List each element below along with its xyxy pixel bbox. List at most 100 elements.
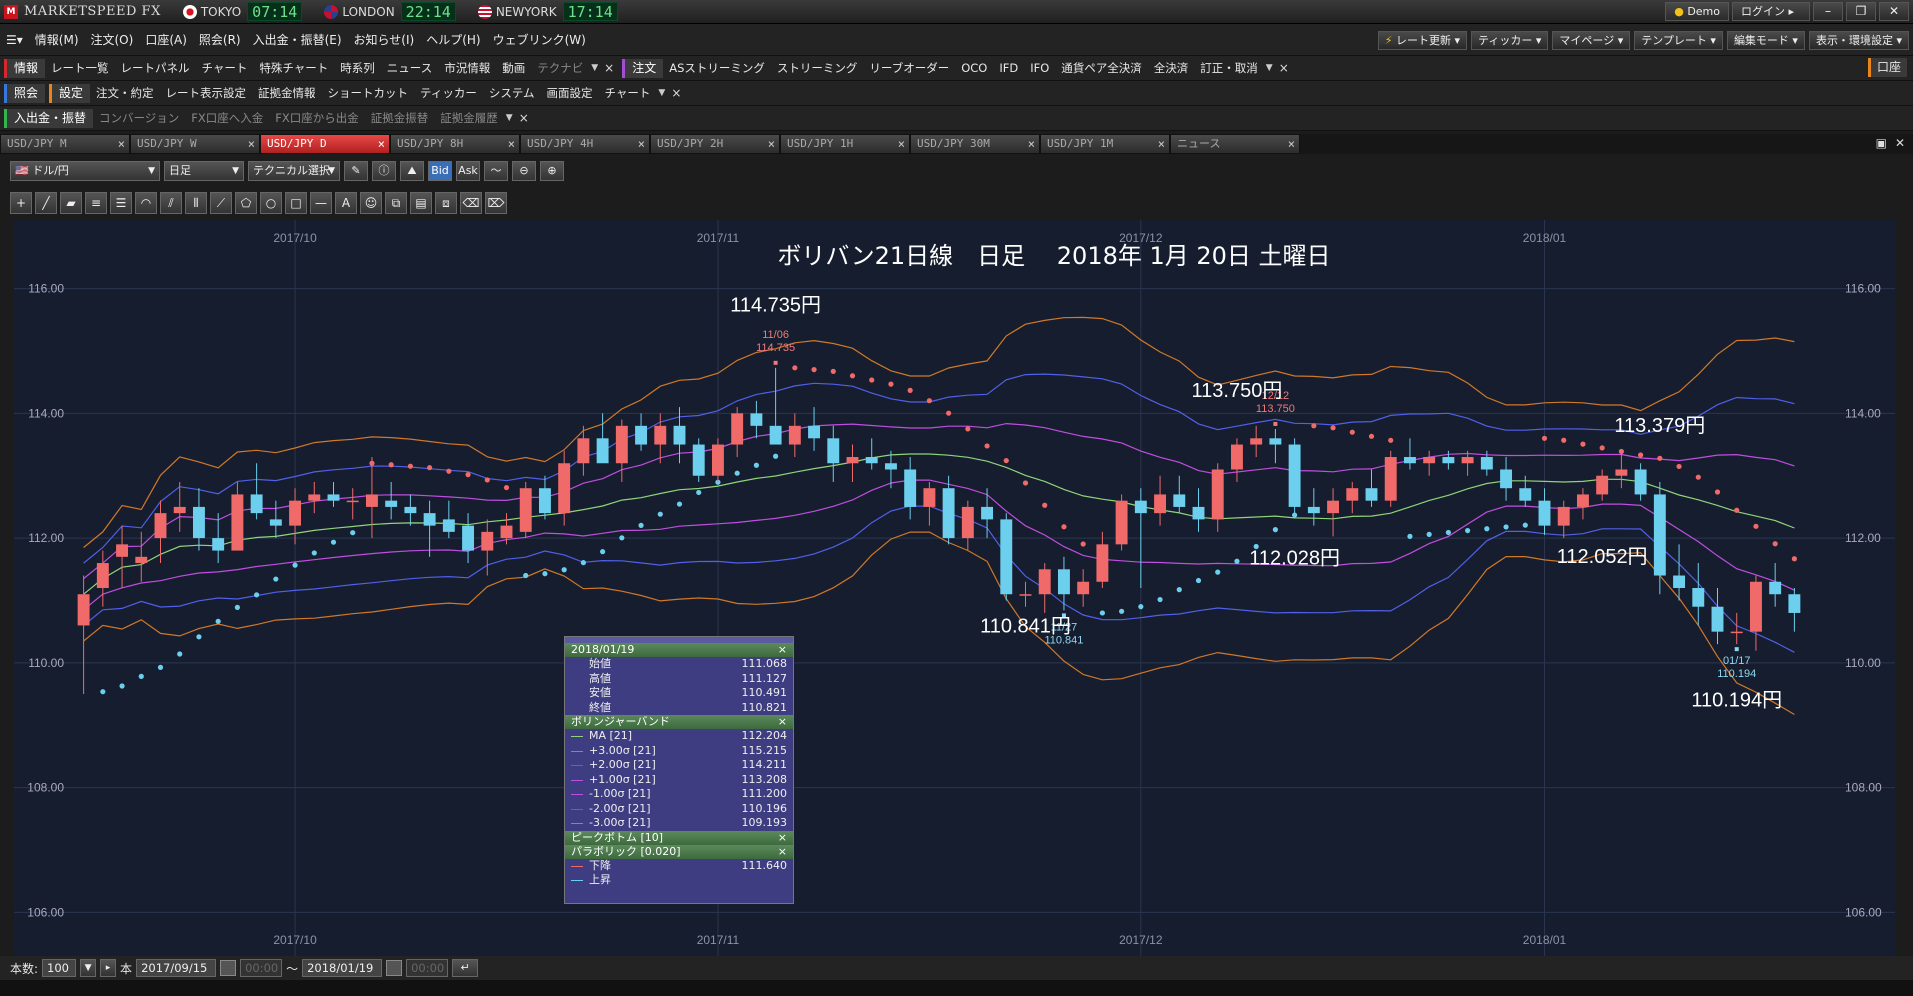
display-settings-button[interactable]: 表示・環境設定 ▾ <box>1808 31 1909 50</box>
chevron-down-icon[interactable]: ▼ <box>80 959 97 977</box>
pen-icon[interactable]: ✎ <box>344 161 368 181</box>
vlines-icon[interactable]: ⦀ <box>185 192 207 214</box>
text-icon[interactable]: A <box>335 192 357 214</box>
shortcut-timeseries[interactable]: 時系列 <box>334 60 381 76</box>
demo-button[interactable]: ● Demo <box>1665 2 1729 21</box>
tab-close-icon[interactable]: × <box>1158 135 1165 153</box>
menu-info[interactable]: 情報(M) <box>29 31 85 48</box>
refresh-icon[interactable]: ↵ <box>452 959 479 977</box>
shortcut-all-settle[interactable]: 全決済 <box>1148 60 1195 76</box>
shortcut-special-chart[interactable]: 特殊チャート <box>253 60 334 76</box>
tab-close-icon[interactable]: × <box>508 135 515 153</box>
menu-account[interactable]: 口座(A) <box>139 31 193 48</box>
close-icon[interactable]: × <box>519 111 529 125</box>
shortcut-margin-history[interactable]: 証拠金履歴 <box>434 110 504 126</box>
shortcut-ifd[interactable]: IFD <box>993 61 1024 75</box>
tab-close-icon[interactable]: × <box>248 135 255 153</box>
shortcut-chart-settings[interactable]: チャート <box>599 85 657 101</box>
maximize-icon[interactable]: ▣ <box>1876 136 1887 150</box>
period-select[interactable]: 日足 ▼ <box>164 161 244 181</box>
tab-close-icon[interactable]: × <box>378 135 385 153</box>
horizontal-line-icon[interactable]: — <box>310 192 332 214</box>
mypage-button[interactable]: マイページ ▾ <box>1552 31 1631 50</box>
close-icon[interactable]: × <box>1279 61 1289 75</box>
currency-pair-select[interactable]: 🇺🇸 ドル/円 ▼ <box>10 161 160 181</box>
crosshair-icon[interactable]: + <box>10 192 32 214</box>
dropdown-icon[interactable]: ▼ <box>1266 63 1273 73</box>
technical-select[interactable]: テクニカル選択 ▼ <box>248 161 340 181</box>
zoom-in-icon[interactable]: ⊕ <box>540 161 564 181</box>
shortcut-rate-display[interactable]: レート表示設定 <box>160 85 253 101</box>
close-icon[interactable]: × <box>671 86 681 100</box>
tab-usdjpy-d[interactable]: USD/JPY D × <box>260 134 390 154</box>
pentagon-icon[interactable]: ⬠ <box>235 192 257 214</box>
eraser-icon[interactable]: ▰ <box>60 192 82 214</box>
ticker-button[interactable]: ティッカー ▾ <box>1471 31 1549 50</box>
tab-usdjpy-1h[interactable]: USD/JPY 1H × <box>780 134 910 154</box>
zoom-out-icon[interactable]: ⊖ <box>512 161 536 181</box>
dropdown-icon[interactable]: ▼ <box>591 63 598 73</box>
shortcut-ifo[interactable]: IFO <box>1024 61 1055 75</box>
shortcut-margin-transfer[interactable]: 証拠金振替 <box>365 110 435 126</box>
group-settings[interactable]: 設定 <box>49 83 91 103</box>
eraser-one-icon[interactable]: ⌫ <box>460 192 482 214</box>
paste-icon[interactable]: ▤ <box>410 192 432 214</box>
circle-icon[interactable]: ○ <box>260 192 282 214</box>
tab-usdjpy-w[interactable]: USD/JPY W × <box>130 134 260 154</box>
info-icon[interactable]: ⓘ <box>372 161 396 181</box>
shortcut-withdraw-fx[interactable]: FX口座から出金 <box>269 110 365 126</box>
copy-icon[interactable]: ⧉ <box>385 192 407 214</box>
shortcut-system[interactable]: システム <box>483 85 541 101</box>
tab-usdjpy-2h[interactable]: USD/JPY 2H × <box>650 134 780 154</box>
menu-hamburger-icon[interactable]: ☰▾ <box>0 33 29 47</box>
from-time-input[interactable]: 00:00 <box>240 959 283 977</box>
menu-notice[interactable]: お知らせ(I) <box>348 31 421 48</box>
eraser-all-icon[interactable]: ⌦ <box>485 192 507 214</box>
shortcut-as-streaming[interactable]: ASストリーミング <box>663 60 771 76</box>
shortcut-deposit-fx[interactable]: FX口座へ入金 <box>185 110 269 126</box>
to-time-input[interactable]: 00:00 <box>406 959 449 977</box>
fan-icon[interactable]: ⫽ <box>160 192 182 214</box>
edit-mode-button[interactable]: 編集モード ▾ <box>1726 31 1805 50</box>
shortcut-screen-settings[interactable]: 画面設定 <box>541 85 599 101</box>
tab-close-icon[interactable]: × <box>768 135 775 153</box>
tab-usdjpy-1m[interactable]: USD/JPY 1M × <box>1040 134 1170 154</box>
play-icon[interactable]: ▸ <box>100 959 117 977</box>
template-button[interactable]: テンプレート ▾ <box>1634 31 1723 50</box>
restore-icon[interactable]: ❐ <box>1846 2 1876 21</box>
tab-close-icon[interactable]: × <box>1028 135 1035 153</box>
menu-order[interactable]: 注文(O) <box>85 31 140 48</box>
shortcut-conversion[interactable]: コンバージョン <box>93 110 185 126</box>
from-date-input[interactable]: 2017/09/15 <box>136 959 217 977</box>
tab-news[interactable]: ニュース × <box>1170 134 1300 154</box>
line-chart-icon[interactable]: 〜 <box>484 161 508 181</box>
tab-close-icon[interactable]: × <box>638 135 645 153</box>
shortcut-oco[interactable]: OCO <box>955 61 993 75</box>
to-date-input[interactable]: 2018/01/19 <box>302 959 383 977</box>
tab-usdjpy-4h[interactable]: USD/JPY 4H × <box>520 134 650 154</box>
arc-icon[interactable]: ◠ <box>135 192 157 214</box>
tab-close-icon[interactable]: × <box>898 135 905 153</box>
mountain-chart-icon[interactable]: ⛰ <box>400 161 424 181</box>
shortcut-ticker[interactable]: ティッカー <box>414 85 483 101</box>
shortcut-video[interactable]: 動画 <box>496 60 531 76</box>
group-deposit[interactable]: 入出金・振替 <box>4 108 94 128</box>
group-query[interactable]: 照会 <box>4 83 46 103</box>
trendline-icon[interactable]: ╱ <box>35 192 57 214</box>
shortcut-chart[interactable]: チャート <box>196 60 254 76</box>
rate-update-button[interactable]: ⚡ レート更新 ▾ <box>1377 31 1468 50</box>
channel-icon[interactable]: ☰ <box>110 192 132 214</box>
calendar-icon[interactable] <box>220 960 237 976</box>
count-input[interactable]: 100 <box>42 959 77 977</box>
shortcut-rate-panel[interactable]: レートパネル <box>115 60 196 76</box>
close-icon[interactable]: × <box>778 643 787 657</box>
dropdown-icon[interactable]: ▼ <box>658 88 665 98</box>
shortcut-pair-settle[interactable]: 通貨ペア全決済 <box>1055 60 1148 76</box>
close-icon[interactable]: ✕ <box>1895 136 1905 150</box>
shortcut-market-info[interactable]: 市況情報 <box>438 60 496 76</box>
bid-button[interactable]: Bid <box>428 161 452 181</box>
icon-stamp-icon[interactable]: ☺ <box>360 192 382 214</box>
candlestick-chart[interactable]: 116.00 116.00 114.00 114.00 112.00 112.00 110.… <box>14 220 1895 956</box>
dropdown-icon[interactable]: ▼ <box>506 113 513 123</box>
shortcut-shortcut[interactable]: ショートカット <box>322 85 415 101</box>
